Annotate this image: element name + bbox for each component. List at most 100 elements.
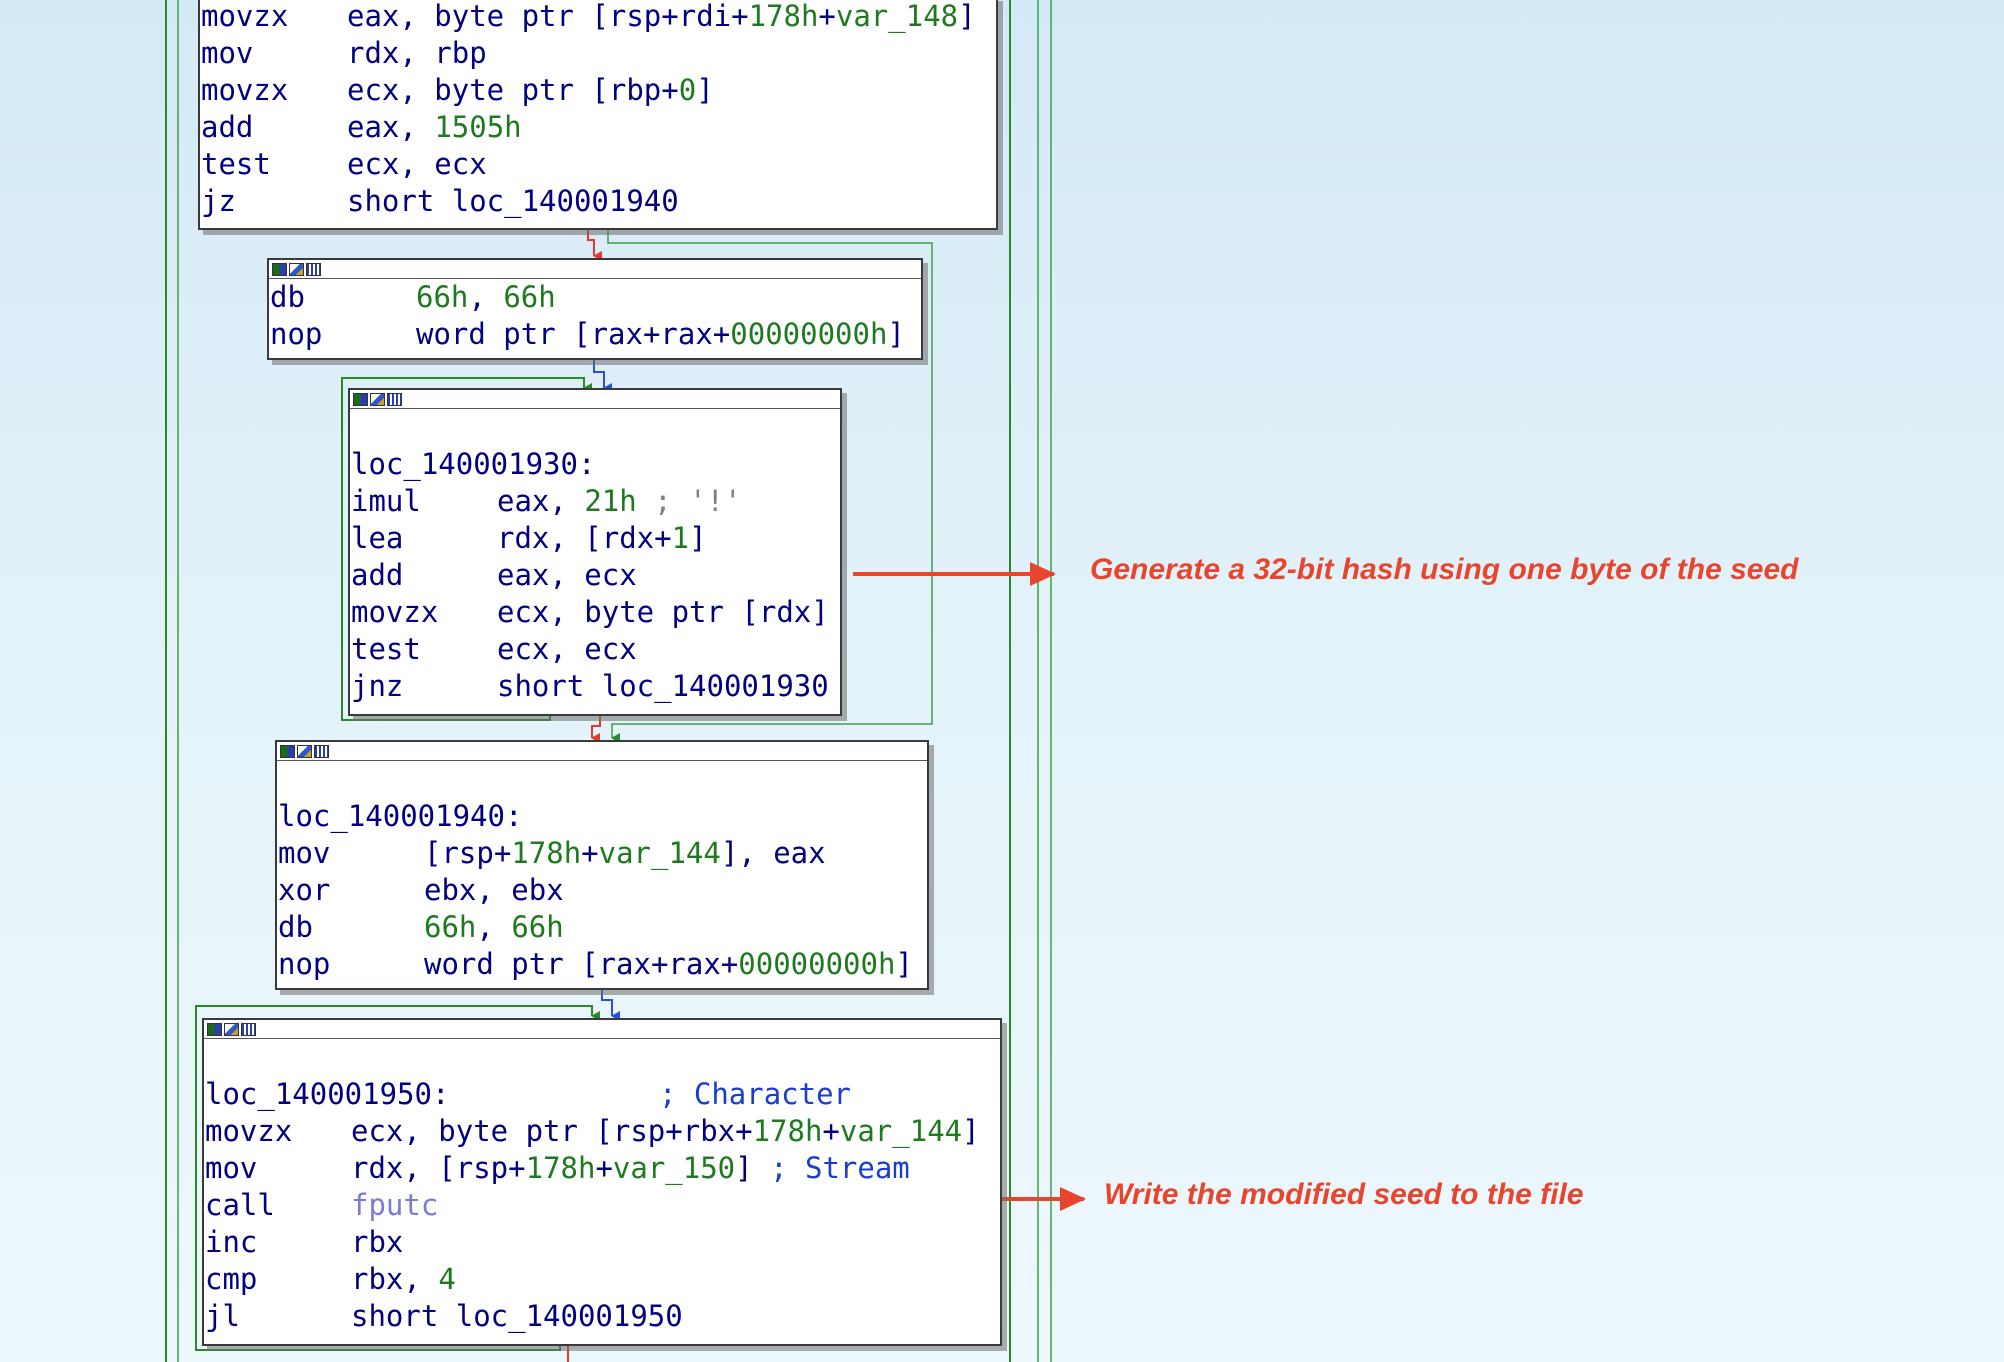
operand[interactable]: rbx,	[351, 1262, 438, 1296]
operand[interactable]: var_144	[840, 1114, 962, 1148]
mnemonic[interactable]: test	[351, 631, 497, 668]
mnemonic[interactable]: cmp	[205, 1261, 351, 1298]
operand[interactable]: 4	[438, 1262, 455, 1296]
code-label[interactable]: loc_140001930:	[351, 446, 840, 483]
instruction-line[interactable]: movzx eax, byte ptr [rsp+rdi+178h+var_148…	[201, 0, 996, 35]
instruction-line[interactable]: nop word ptr [rax+rax+00000000h]	[278, 946, 927, 983]
operand[interactable]: ecx, byte ptr [rsp+rbx+	[351, 1114, 753, 1148]
operand[interactable]: ecx, ecx	[497, 632, 637, 666]
mnemonic[interactable]: imul	[351, 483, 497, 520]
mnemonic[interactable]: jl	[205, 1298, 351, 1335]
operand[interactable]: rdx, [rsp+	[351, 1151, 526, 1185]
mnemonic[interactable]: movzx	[201, 0, 347, 35]
code-comment[interactable]: ; Stream	[770, 1151, 910, 1185]
operand[interactable]: 00000000h	[738, 947, 895, 981]
operand[interactable]: rdx, [rdx+	[497, 521, 672, 555]
graph-color-icon[interactable]	[207, 1022, 222, 1036]
code-block-loc-140001940[interactable]: loc_140001940: mov [rsp+178h+var_144], eax…	[275, 740, 929, 990]
instruction-line[interactable]: test ecx, ecx	[201, 146, 996, 183]
instruction-line[interactable]: movzx ecx, byte ptr [rbp+0]	[201, 72, 996, 109]
rename-icon[interactable]	[297, 744, 312, 758]
operand[interactable]: ]	[958, 0, 975, 33]
mnemonic[interactable]: db	[278, 909, 424, 946]
operand[interactable]: ]	[887, 317, 904, 351]
graph-color-icon[interactable]	[280, 744, 295, 758]
operand[interactable]: ]	[689, 521, 706, 555]
operand[interactable]: 178h	[753, 1114, 823, 1148]
mnemonic[interactable]: nop	[278, 946, 424, 983]
mnemonic[interactable]: mov	[201, 35, 347, 72]
operand[interactable]: 1	[672, 521, 689, 555]
operand[interactable]: eax,	[497, 484, 584, 518]
group-nodes-icon[interactable]	[241, 1022, 256, 1036]
operand[interactable]: var_144	[599, 836, 721, 870]
operand[interactable]: ]	[735, 1151, 770, 1185]
operand[interactable]: [rsp+	[424, 836, 511, 870]
label-text[interactable]: loc_140001950:	[205, 1077, 449, 1111]
operand[interactable]: rdx, rbp	[347, 36, 487, 70]
mnemonic[interactable]: jz	[201, 183, 347, 220]
mnemonic[interactable]: call	[205, 1187, 351, 1224]
operand[interactable]: ,	[468, 280, 503, 314]
code-label[interactable]: loc_140001940:	[278, 798, 927, 835]
rename-icon[interactable]	[289, 262, 304, 276]
operand[interactable]: 1505h	[434, 110, 521, 144]
operand[interactable]: ,	[476, 910, 511, 944]
operand[interactable]: +	[581, 836, 598, 870]
operand[interactable]: 66h	[416, 280, 468, 314]
operand[interactable]: 178h	[749, 0, 819, 33]
graph-color-icon[interactable]	[272, 262, 287, 276]
operand[interactable]: ecx, ecx	[347, 147, 487, 181]
code-block-loc-140001950[interactable]: loc_140001950: ; Character movzx ecx, byte…	[202, 1018, 1002, 1346]
graph-view-canvas[interactable]: movzx eax, byte ptr [rsp+rdi+178h+var_148…	[0, 0, 2004, 1362]
rename-icon[interactable]	[370, 392, 385, 406]
code-block-top[interactable]: movzx eax, byte ptr [rsp+rdi+178h+var_148…	[198, 0, 998, 230]
mnemonic[interactable]: nop	[270, 316, 416, 353]
operand[interactable]: rbx	[351, 1225, 403, 1259]
operand[interactable]: 66h	[511, 910, 563, 944]
operand[interactable]: 178h	[511, 836, 581, 870]
instruction-line[interactable]: jnz short loc_140001930	[351, 668, 840, 705]
mnemonic[interactable]: add	[351, 557, 497, 594]
code-block-db-nop[interactable]: db 66h, 66h nop word ptr [rax+rax+00000000h…	[267, 258, 923, 360]
group-nodes-icon[interactable]	[314, 744, 329, 758]
operand[interactable]: ecx, byte ptr [rbp+	[347, 73, 679, 107]
instruction-line[interactable]: test ecx, ecx	[351, 631, 840, 668]
mnemonic[interactable]: test	[201, 146, 347, 183]
operand[interactable]: 66h	[503, 280, 555, 314]
mnemonic[interactable]: db	[270, 279, 416, 316]
instruction-line[interactable]: jz short loc_140001940	[201, 183, 996, 220]
operand[interactable]: word ptr [rax+rax+	[416, 317, 730, 351]
mnemonic[interactable]: jnz	[351, 668, 497, 705]
operand[interactable]: 66h	[424, 910, 476, 944]
rename-icon[interactable]	[224, 1022, 239, 1036]
operand[interactable]: +	[822, 1114, 839, 1148]
operand[interactable]: +	[595, 1151, 612, 1185]
label-text[interactable]: loc_140001930:	[351, 447, 595, 481]
mnemonic[interactable]: mov	[205, 1150, 351, 1187]
instruction-line[interactable]: imul eax, 21h ; '!'	[351, 483, 840, 520]
operand[interactable]: ebx, ebx	[424, 873, 564, 907]
instruction-line[interactable]: movzx ecx, byte ptr [rdx]	[351, 594, 840, 631]
operand[interactable]: short loc_140001950	[351, 1299, 683, 1333]
operand[interactable]: var_150	[613, 1151, 735, 1185]
operand[interactable]: +	[818, 0, 835, 33]
instruction-line[interactable]: mov rdx, [rsp+178h+var_150] ; Stream	[205, 1150, 1000, 1187]
graph-color-icon[interactable]	[353, 392, 368, 406]
mnemonic[interactable]: add	[201, 109, 347, 146]
mnemonic[interactable]: inc	[205, 1224, 351, 1261]
instruction-line[interactable]: nop word ptr [rax+rax+00000000h]	[270, 316, 921, 353]
instruction-line[interactable]: xor ebx, ebx	[278, 872, 927, 909]
label-text[interactable]: loc_140001940:	[278, 799, 522, 833]
instruction-line[interactable]: add eax, 1505h	[201, 109, 996, 146]
operand[interactable]: var_148	[836, 0, 958, 33]
operand[interactable]: 178h	[526, 1151, 596, 1185]
instruction-line[interactable]: inc rbx	[205, 1224, 1000, 1261]
instruction-line[interactable]: db 66h, 66h	[278, 909, 927, 946]
code-block-loc-140001930[interactable]: loc_140001930: imul eax, 21h ; '!' lea rdx, …	[348, 388, 842, 716]
operand[interactable]: ]	[962, 1114, 979, 1148]
operand[interactable]: short loc_140001940	[347, 184, 679, 218]
code-label[interactable]: loc_140001950: ; Character	[205, 1076, 1000, 1113]
instruction-line[interactable]: add eax, ecx	[351, 557, 840, 594]
instruction-line[interactable]: db 66h, 66h	[270, 279, 921, 316]
